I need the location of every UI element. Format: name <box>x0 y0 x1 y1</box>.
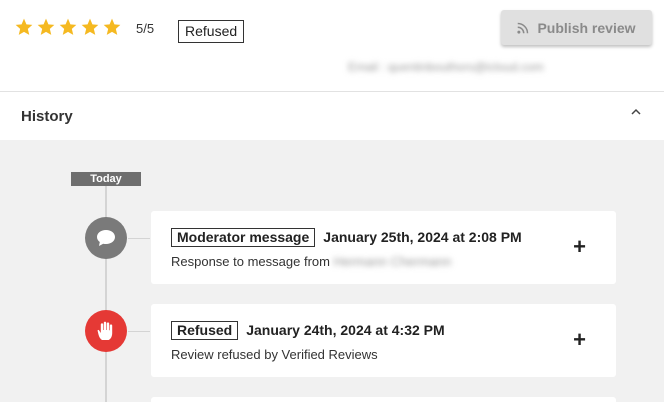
event-date: January 25th, 2024 at 2:08 PM <box>323 229 522 245</box>
star-icon <box>15 18 33 35</box>
event-author-name: Hermann Chermann <box>333 254 452 269</box>
history-event-card <box>151 397 616 402</box>
star-icon <box>37 18 55 35</box>
stop-hand-icon <box>85 310 127 352</box>
star-icon <box>59 18 77 35</box>
history-event-card: Refused January 24th, 2024 at 4:32 PM Rev… <box>151 304 616 377</box>
expand-event-button[interactable]: + <box>573 329 586 351</box>
rating-value: 5/5 <box>136 21 155 36</box>
history-event-card: Moderator message January 25th, 2024 at 2… <box>151 211 616 284</box>
review-status-badge: Refused <box>178 20 245 43</box>
star-rating <box>14 17 122 37</box>
event-description: Response to message from Hermann Cherman… <box>171 254 522 269</box>
history-title: History <box>21 108 73 125</box>
star-icon <box>81 18 99 35</box>
chevron-up-icon[interactable] <box>630 106 642 118</box>
rss-icon <box>517 22 529 34</box>
event-description: Review refused by Verified Reviews <box>171 347 378 362</box>
reviewer-email: Email : quentinbouthors@icloud.com <box>348 60 544 74</box>
event-type-badge: Moderator message <box>171 228 316 247</box>
publish-review-label: Publish review <box>537 19 636 36</box>
chat-bubble-icon <box>85 217 127 259</box>
event-date: January 24th, 2024 at 4:32 PM <box>246 322 445 338</box>
expand-event-button[interactable]: + <box>573 236 586 258</box>
event-type-badge: Refused <box>171 321 239 340</box>
timeline-connector <box>128 331 150 332</box>
today-marker: Today <box>71 172 141 186</box>
timeline-connector <box>128 238 150 239</box>
review-summary-card: 5/5 Refused Publish review Email : quent… <box>0 0 664 91</box>
event-description-text: Response to message from <box>171 254 330 269</box>
history-section-header[interactable]: History <box>0 92 664 140</box>
star-icon <box>103 18 121 35</box>
publish-review-button[interactable]: Publish review <box>501 10 652 45</box>
